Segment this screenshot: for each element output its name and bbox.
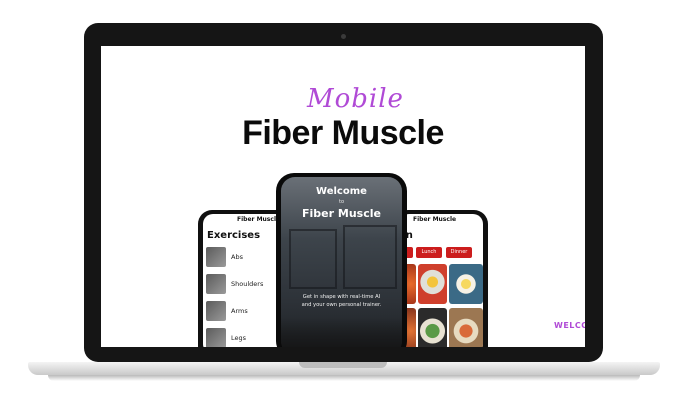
exercise-thumbnail	[206, 301, 226, 321]
main-title: Fiber Muscle	[242, 114, 444, 152]
exercises-heading: Exercises	[207, 230, 261, 241]
welcome-to: to	[338, 199, 345, 205]
exercise-thumbnail	[206, 328, 226, 347]
phone-right-screen: Fiber Muscle an Lunch Dinner	[399, 214, 483, 347]
window-backdrop	[343, 225, 397, 289]
exercise-thumbnail	[206, 247, 226, 267]
food-image[interactable]	[449, 308, 483, 347]
welcome-edge-text: WELCOM	[554, 321, 585, 330]
exercise-label: Shoulders	[231, 280, 264, 288]
exercise-label: Legs	[231, 334, 247, 342]
window-backdrop	[289, 229, 337, 289]
phone-left-brand: Fiber Muscle	[237, 216, 281, 223]
food-image[interactable]	[418, 264, 447, 304]
laptop-screen: Mobile Fiber Muscle WELCOM Fiber Muscle …	[101, 46, 585, 347]
webcam-icon	[341, 34, 346, 39]
welcome-brand: Fiber Muscle	[302, 207, 381, 220]
exercise-label: Arms	[231, 307, 248, 315]
floor-shadow	[281, 317, 402, 347]
phone-center-screen: Welcome to Fiber Muscle Get in shape wit…	[281, 177, 402, 347]
laptop-notch	[299, 362, 387, 368]
meal-tab-dinner[interactable]: Dinner	[446, 247, 472, 258]
exercise-label: Abs	[231, 253, 243, 261]
food-image[interactable]	[449, 264, 483, 304]
welcome-tagline: Get in shape with real-time AI and your …	[289, 293, 394, 309]
exercise-thumbnail	[206, 274, 226, 294]
phone-right-brand: Fiber Muscle	[413, 216, 457, 223]
script-title: Mobile	[307, 84, 404, 114]
meal-tab-lunch[interactable]: Lunch	[416, 247, 442, 258]
welcome-title: Welcome	[316, 186, 367, 197]
tagline-line-2: and your own personal trainer.	[301, 302, 382, 308]
food-image[interactable]	[418, 308, 447, 347]
tagline-line-1: Get in shape with real-time AI	[302, 294, 381, 300]
laptop-base-shadow	[48, 375, 640, 381]
